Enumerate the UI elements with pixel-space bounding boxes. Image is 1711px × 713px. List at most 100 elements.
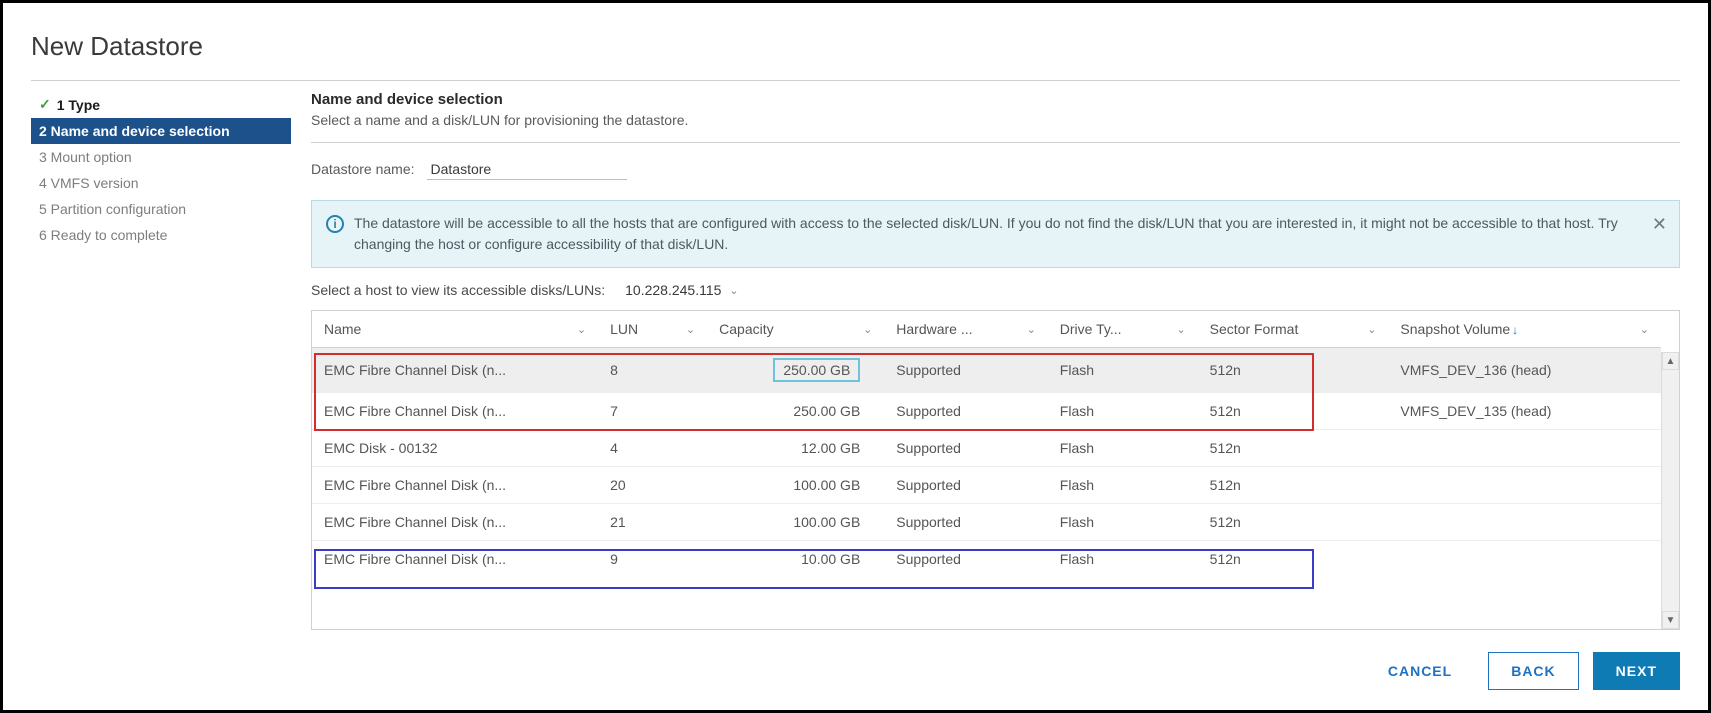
sort-down-icon: ↓ <box>1512 323 1518 337</box>
table-header-row: Name⌄ LUN⌄ Capacity⌄ Hardware ...⌄ Drive… <box>312 311 1661 348</box>
cell-sector-format: 512n <box>1198 393 1389 430</box>
cell-hardware: Supported <box>884 393 1048 430</box>
col-snapshot-volume[interactable]: Snapshot Volume↓⌄ <box>1388 311 1661 348</box>
cell-capacity: 100.00 GB <box>707 504 884 541</box>
cell-hardware: Supported <box>884 430 1048 467</box>
table-row[interactable]: EMC Fibre Channel Disk (n...7250.00 GBSu… <box>312 393 1661 430</box>
step-label: 3 Mount option <box>39 149 132 165</box>
cell-name: EMC Fibre Channel Disk (n... <box>312 541 598 578</box>
cell-lun: 4 <box>598 430 707 467</box>
cell-drive-type: Flash <box>1048 541 1198 578</box>
cell-sector-format: 512n <box>1198 348 1389 393</box>
cell-lun: 7 <box>598 393 707 430</box>
step-label: 5 Partition configuration <box>39 201 186 217</box>
checkmark-icon: ✓ <box>39 96 51 113</box>
chevron-down-icon: ⌄ <box>729 284 738 297</box>
col-drive-type[interactable]: Drive Ty...⌄ <box>1048 311 1198 348</box>
table-body: EMC Fibre Channel Disk (n...8250.00 GBSu… <box>312 348 1661 578</box>
cell-drive-type: Flash <box>1048 348 1198 393</box>
cell-hardware: Supported <box>884 467 1048 504</box>
cell-snapshot <box>1388 541 1661 578</box>
step-label: 1 Type <box>57 97 100 113</box>
cell-lun: 20 <box>598 467 707 504</box>
chevron-down-icon: ⌄ <box>1027 323 1036 336</box>
info-icon: i <box>326 215 344 233</box>
cell-name: EMC Fibre Channel Disk (n... <box>312 393 598 430</box>
table-row[interactable]: EMC Fibre Channel Disk (n...8250.00 GBSu… <box>312 348 1661 393</box>
wizard-title: New Datastore <box>31 31 1680 62</box>
scroll-up-icon[interactable]: ▲ <box>1662 352 1679 370</box>
cancel-button[interactable]: CANCEL <box>1366 652 1474 690</box>
cell-snapshot <box>1388 430 1661 467</box>
disk-table: Name⌄ LUN⌄ Capacity⌄ Hardware ...⌄ Drive… <box>312 311 1661 577</box>
cell-capacity: 100.00 GB <box>707 467 884 504</box>
table-row[interactable]: EMC Fibre Channel Disk (n...21100.00 GBS… <box>312 504 1661 541</box>
cell-capacity: 12.00 GB <box>707 430 884 467</box>
section-divider <box>311 142 1680 143</box>
chevron-down-icon: ⌄ <box>1640 323 1649 336</box>
col-sector-format[interactable]: Sector Format⌄ <box>1198 311 1389 348</box>
cell-snapshot: VMFS_DEV_135 (head) <box>1388 393 1661 430</box>
cell-hardware: Supported <box>884 541 1048 578</box>
info-banner: i The datastore will be accessible to al… <box>311 200 1680 268</box>
step-type[interactable]: ✓ 1 Type <box>31 91 291 118</box>
info-text: The datastore will be accessible to all … <box>354 213 1639 255</box>
table-row[interactable]: EMC Disk - 00132412.00 GBSupportedFlash5… <box>312 430 1661 467</box>
host-selector-dropdown[interactable]: 10.228.245.115 ⌄ <box>625 282 739 298</box>
wizard-footer: CANCEL BACK NEXT <box>311 652 1680 690</box>
step-vmfs-version[interactable]: 4 VMFS version <box>31 170 291 196</box>
table-row[interactable]: EMC Fibre Channel Disk (n...20100.00 GBS… <box>312 467 1661 504</box>
disk-table-container: Name⌄ LUN⌄ Capacity⌄ Hardware ...⌄ Drive… <box>311 310 1680 630</box>
chevron-down-icon: ⌄ <box>577 323 586 336</box>
cell-name: EMC Fibre Channel Disk (n... <box>312 467 598 504</box>
col-name[interactable]: Name⌄ <box>312 311 598 348</box>
section-description: Select a name and a disk/LUN for provisi… <box>311 112 1680 128</box>
cell-snapshot <box>1388 467 1661 504</box>
cell-lun: 8 <box>598 348 707 393</box>
cell-lun: 21 <box>598 504 707 541</box>
cell-snapshot: VMFS_DEV_136 (head) <box>1388 348 1661 393</box>
section-heading: Name and device selection <box>311 91 1680 108</box>
step-partition-config[interactable]: 5 Partition configuration <box>31 196 291 222</box>
step-label: 2 Name and device selection <box>39 123 230 139</box>
cell-drive-type: Flash <box>1048 504 1198 541</box>
capacity-highlight: 250.00 GB <box>773 358 860 382</box>
chevron-down-icon: ⌄ <box>863 323 872 336</box>
cell-drive-type: Flash <box>1048 430 1198 467</box>
wizard-content: Name and device selection Select a name … <box>311 91 1680 690</box>
cell-hardware: Supported <box>884 504 1048 541</box>
scrollbar[interactable]: ▲ ▼ <box>1661 352 1679 629</box>
step-ready-complete[interactable]: 6 Ready to complete <box>31 222 291 248</box>
step-label: 4 VMFS version <box>39 175 139 191</box>
cell-name: EMC Disk - 00132 <box>312 430 598 467</box>
scroll-down-icon[interactable]: ▼ <box>1662 611 1679 629</box>
col-hardware[interactable]: Hardware ...⌄ <box>884 311 1048 348</box>
cell-lun: 9 <box>598 541 707 578</box>
table-row[interactable]: EMC Fibre Channel Disk (n...910.00 GBSup… <box>312 541 1661 578</box>
chevron-down-icon: ⌄ <box>1176 323 1185 336</box>
datastore-name-field: Datastore name: <box>311 159 1680 180</box>
close-icon[interactable]: ✕ <box>1652 211 1667 238</box>
next-button[interactable]: NEXT <box>1593 652 1680 690</box>
datastore-name-input[interactable] <box>427 159 627 180</box>
cell-capacity: 250.00 GB <box>707 393 884 430</box>
host-selector-label: Select a host to view its accessible dis… <box>311 282 605 298</box>
back-button[interactable]: BACK <box>1488 652 1578 690</box>
cell-name: EMC Fibre Channel Disk (n... <box>312 504 598 541</box>
col-lun[interactable]: LUN⌄ <box>598 311 707 348</box>
cell-capacity: 250.00 GB <box>707 348 884 393</box>
cell-sector-format: 512n <box>1198 504 1389 541</box>
wizard-body: ✓ 1 Type 2 Name and device selection 3 M… <box>31 91 1680 690</box>
step-mount-option[interactable]: 3 Mount option <box>31 144 291 170</box>
cell-sector-format: 512n <box>1198 541 1389 578</box>
cell-sector-format: 512n <box>1198 467 1389 504</box>
cell-hardware: Supported <box>884 348 1048 393</box>
step-label: 6 Ready to complete <box>39 227 167 243</box>
cell-drive-type: Flash <box>1048 393 1198 430</box>
cell-sector-format: 512n <box>1198 430 1389 467</box>
chevron-down-icon: ⌄ <box>1367 323 1376 336</box>
wizard-dialog: New Datastore ✓ 1 Type 2 Name and device… <box>0 0 1711 713</box>
col-capacity[interactable]: Capacity⌄ <box>707 311 884 348</box>
step-name-device[interactable]: 2 Name and device selection <box>31 118 291 144</box>
divider <box>31 80 1680 81</box>
